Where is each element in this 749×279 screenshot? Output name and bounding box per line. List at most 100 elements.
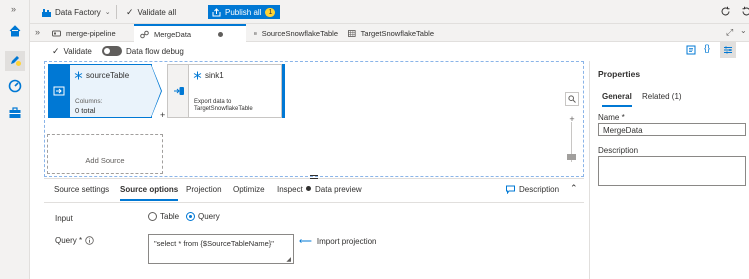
tab-data-preview[interactable]: Data preview [315, 185, 362, 194]
add-transform-plus-icon[interactable]: + [160, 110, 165, 120]
snowflake-icon [74, 71, 83, 80]
top-toolbar: Data Factory ⌄ ✓ Validate all Publish al… [30, 0, 749, 24]
data-factory-icon [42, 8, 51, 17]
sink-node[interactable]: sink1 Export data to TargetSnowflakeTabl… [167, 64, 285, 118]
zoom-search-button[interactable] [565, 92, 579, 106]
source-node[interactable]: sourceTable Columns: 0 total [48, 64, 162, 118]
input-radio-table[interactable]: Table [148, 212, 179, 221]
tab-related[interactable]: Related (1) [642, 92, 682, 101]
info-icon[interactable] [85, 236, 94, 245]
import-projection-button[interactable]: ⟵ Import projection [299, 236, 377, 247]
tab-source-settings[interactable]: Source settings [54, 185, 109, 194]
publish-icon [212, 7, 221, 16]
query-label-group: Query * [55, 236, 94, 245]
radio-button-selected[interactable] [186, 212, 195, 221]
sink-node-body: sink1 Export data to TargetSnowflakeTabl… [189, 64, 282, 118]
settings-tabs: Source settings Source options Projectio… [44, 181, 584, 203]
validate-all-label: Validate all [137, 7, 177, 17]
sink-node-icon-strip [167, 64, 189, 118]
radio-label: Table [160, 212, 180, 221]
radio-button[interactable] [148, 212, 157, 221]
checkmark-icon: ✓ [126, 6, 134, 17]
validate-all-button[interactable]: ✓ Validate all [126, 6, 176, 18]
pencil-icon [11, 56, 21, 66]
sink-description-line2: TargetSnowflakeTable [194, 106, 253, 112]
monitor-icon[interactable] [8, 79, 22, 93]
source-node-icon-strip [48, 64, 70, 118]
tab-label: merge-pipeline [66, 28, 116, 38]
toolbar-divider [116, 5, 117, 19]
resize-grip-icon[interactable]: ◢ [286, 256, 291, 263]
resource-tabs: » merge-pipeline MergeData SourceSnowfla… [30, 24, 749, 43]
discard-icon[interactable] [741, 6, 749, 17]
tab-merge-pipeline[interactable]: merge-pipeline [46, 24, 132, 42]
import-arrow-icon: ⟵ [299, 236, 312, 246]
pipeline-icon [52, 30, 61, 36]
manage-toolbox-icon[interactable] [8, 106, 22, 120]
input-radio-query[interactable]: Query [186, 212, 220, 221]
data-factory-selector[interactable]: Data Factory ⌄ [42, 6, 111, 18]
columns-value: 0 total [75, 106, 96, 115]
add-source-button[interactable]: Add Source [47, 134, 163, 174]
sink-node-name: sink1 [205, 71, 224, 80]
name-label: Name * [598, 113, 625, 122]
name-field[interactable]: MergeData [598, 123, 746, 136]
validate-label: Validate [63, 46, 92, 56]
input-label: Input [55, 214, 73, 223]
code-view-icon[interactable] [686, 45, 696, 55]
more-icon[interactable]: ⌄ [740, 26, 747, 35]
table-icon [348, 29, 356, 37]
chevron-up-icon[interactable]: ⌃ [570, 183, 578, 194]
properties-toggle-button[interactable] [720, 42, 736, 58]
source-node-title: sourceTable [74, 71, 129, 80]
sink-icon [174, 87, 184, 95]
sink-node-title: sink1 [193, 71, 224, 80]
import-projection-label: Import projection [316, 237, 377, 246]
data-flow-canvas[interactable]: sourceTable Columns: 0 total + sink1 Exp… [44, 61, 584, 177]
left-nav-rail: » [0, 0, 30, 279]
json-code-icon[interactable]: {} [704, 43, 710, 53]
validate-button[interactable]: ✓ Validate [52, 45, 92, 57]
designer-toolbar: ✓ Validate Data flow debug {} [30, 42, 749, 59]
tab-source-options[interactable]: Source options [120, 185, 179, 201]
tab-sourcesnowflaketable[interactable]: SourceSnowflakeTable [248, 24, 344, 42]
sink-description-line1: Export data to [194, 99, 232, 105]
tab-inspect[interactable]: Inspect [277, 185, 303, 194]
tab-projection[interactable]: Projection [186, 185, 222, 194]
checkmark-icon: ✓ [52, 45, 60, 56]
collapse-tabs-icon[interactable]: » [35, 27, 40, 37]
chevron-down-icon: ⌄ [104, 9, 111, 16]
debug-label: Data flow debug [126, 46, 184, 56]
resize-handle[interactable] [310, 175, 318, 179]
toggle-switch[interactable] [102, 46, 122, 56]
maximize-icon[interactable]: ⤢ [726, 27, 733, 38]
tab-label: SourceSnowflakeTable [261, 28, 338, 38]
tab-optimize[interactable]: Optimize [233, 185, 265, 194]
expand-nav-icon[interactable]: » [11, 4, 16, 14]
data-factory-label: Data Factory [55, 7, 101, 17]
refresh-icon[interactable] [720, 6, 731, 17]
zoom-in-button[interactable]: + [565, 112, 579, 126]
description-button[interactable]: Description [506, 185, 559, 194]
zoom-slider-thumb[interactable] [567, 154, 576, 160]
description-field[interactable] [598, 156, 746, 186]
properties-panel: Properties General Related (1) Name * Me… [589, 61, 749, 279]
add-source-label: Add Source [85, 156, 125, 165]
description-field-label: Description [598, 146, 639, 155]
query-textarea[interactable]: "select * from {$SourceTableName}" ◢ [148, 234, 294, 264]
tab-general[interactable]: General [602, 92, 632, 107]
source-node-name: sourceTable [86, 71, 130, 80]
search-icon [568, 95, 576, 103]
home-icon[interactable] [8, 24, 22, 38]
publish-all-button[interactable]: Publish all 1 [208, 5, 281, 19]
radio-label: Query [198, 212, 220, 221]
author-nav-item[interactable] [5, 51, 25, 71]
unsaved-changes-dot [218, 32, 224, 37]
data-flow-debug-toggle[interactable]: Data flow debug [102, 45, 184, 57]
data-flow-icon [140, 30, 149, 39]
tab-targetsnowflaketable[interactable]: TargetSnowflakeTable [342, 24, 440, 42]
table-icon [254, 31, 257, 35]
tab-label: TargetSnowflakeTable [360, 28, 434, 38]
tab-label: MergeData [154, 30, 192, 39]
tab-mergedata[interactable]: MergeData [134, 24, 246, 43]
